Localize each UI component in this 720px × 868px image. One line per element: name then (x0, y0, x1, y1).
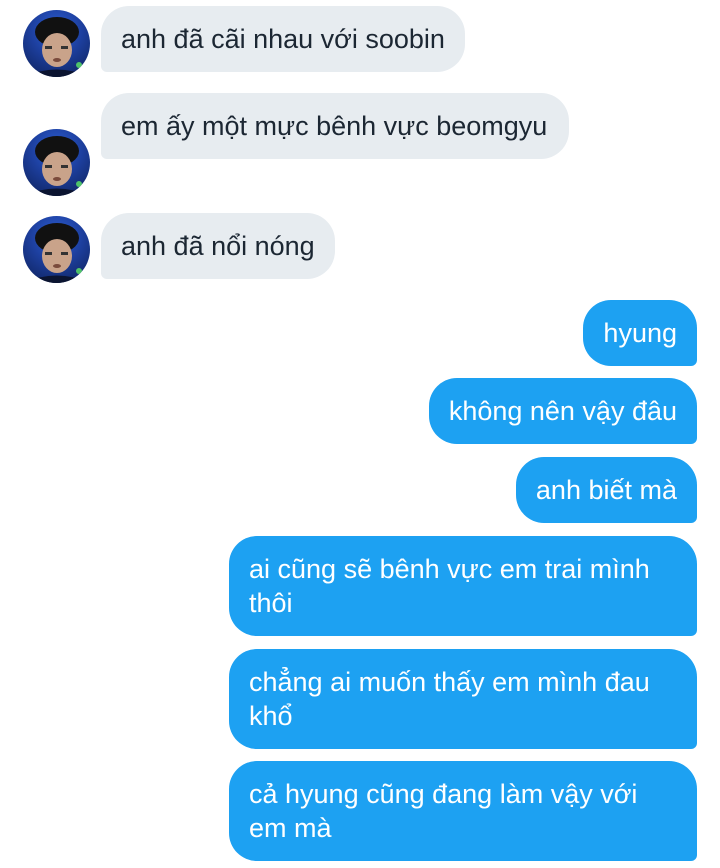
message-text: hyung (603, 318, 677, 348)
message-bubble-outgoing[interactable]: chẳng ai muốn thấy em mình đau khổ (229, 649, 697, 749)
message-bubble-outgoing[interactable]: hyung (583, 300, 697, 366)
message-text: anh đã cãi nhau với soobin (121, 24, 445, 54)
avatar[interactable] (23, 10, 90, 77)
message-text: anh đã nổi nóng (121, 231, 315, 261)
message-bubble-incoming[interactable]: em ấy một mực bênh vực beomgyu (101, 93, 569, 159)
avatar[interactable] (23, 129, 90, 196)
avatar-image (23, 223, 90, 283)
message-text: em ấy một mực bênh vực beomgyu (121, 111, 548, 141)
message-text: không nên vậy đâu (448, 396, 677, 426)
message-bubble-incoming[interactable]: anh đã nổi nóng (101, 213, 335, 279)
message-bubble-outgoing[interactable]: ai cũng sẽ bênh vực em trai mình thôi (229, 536, 697, 636)
chat-thread: anh đã cãi nhau với soobin em ấy một mực… (0, 0, 720, 868)
message-text: cả hyung cũng đang làm vậy với em mà (249, 779, 638, 843)
message-bubble-incoming[interactable]: anh đã cãi nhau với soobin (101, 6, 465, 72)
avatar[interactable] (23, 216, 90, 283)
message-bubble-outgoing[interactable]: anh biết mà (515, 457, 697, 523)
avatar-image (23, 136, 90, 196)
message-text: anh biết mà (535, 475, 677, 505)
avatar-image (23, 17, 90, 77)
message-bubble-outgoing[interactable]: cả hyung cũng đang làm vậy với em mà (229, 761, 697, 861)
message-text: chẳng ai muốn thấy em mình đau khổ (249, 667, 650, 731)
message-text: ai cũng sẽ bênh vực em trai mình thôi (249, 554, 650, 618)
message-bubble-outgoing[interactable]: không nên vậy đâu (428, 378, 697, 444)
